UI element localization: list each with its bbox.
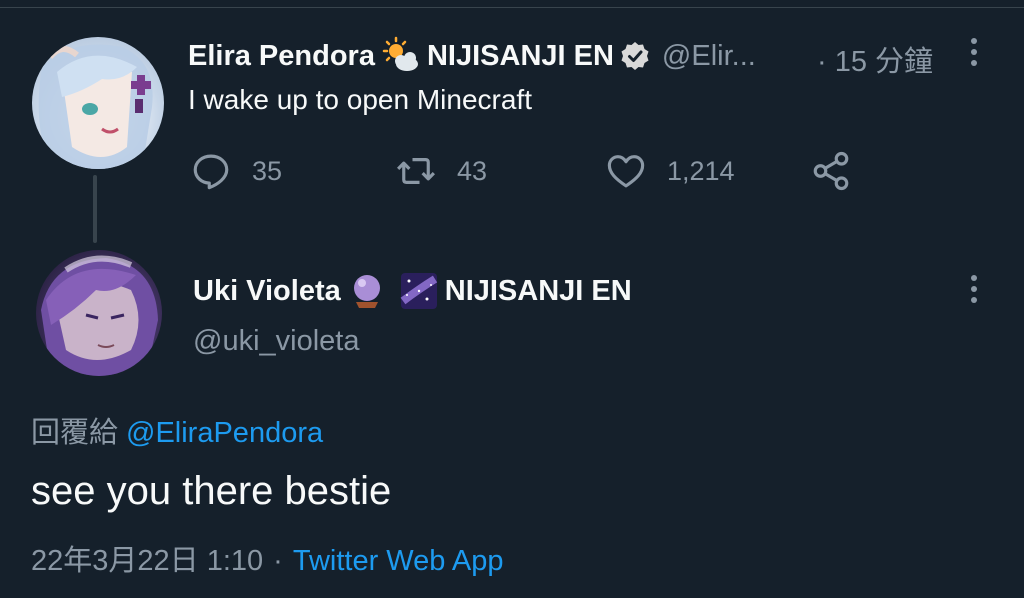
top-divider xyxy=(0,0,1024,8)
reply-tweet-header: Uki Violeta NIJISANJI EN xyxy=(193,271,632,311)
replying-to-line: 回覆給 @EliraPendora xyxy=(31,409,323,451)
reply-handle[interactable]: @uki_violeta xyxy=(193,325,359,358)
avatar-elira[interactable] xyxy=(32,37,164,169)
like-count: 1,214 xyxy=(667,155,735,186)
tweet-source-link[interactable]: Twitter Web App xyxy=(293,545,504,577)
avatar-elira-art xyxy=(38,44,153,169)
thread-connector-line xyxy=(93,175,97,243)
avatar-uki[interactable] xyxy=(36,250,162,376)
more-options-icon[interactable] xyxy=(970,38,978,70)
parent-handle[interactable]: @Elir... xyxy=(662,40,756,73)
heart-icon xyxy=(607,155,645,188)
more-options-icon[interactable] xyxy=(970,275,978,307)
avatar-uki-art xyxy=(41,255,158,376)
reply-tweet-text: see you there bestie xyxy=(31,469,392,513)
reply-icon xyxy=(193,154,229,190)
replying-to-label: 回覆給 xyxy=(31,417,119,449)
tweet-metadata: 22年3月22日 1:10 · Twitter Web App xyxy=(31,537,503,579)
crystal-ball-emoji xyxy=(347,271,387,311)
tweet-thread: Elira Pendora NIJISANJI EN @Elir... · 15… xyxy=(0,0,1024,598)
retweet-count: 43 xyxy=(457,155,488,186)
parent-display-name[interactable]: Elira Pendora xyxy=(188,40,375,73)
reply-button[interactable]: 35 xyxy=(190,150,282,192)
share-button[interactable] xyxy=(810,150,872,192)
sun-behind-cloud-emoji xyxy=(381,36,421,76)
reply-count: 35 xyxy=(252,155,283,186)
share-icon xyxy=(813,151,849,191)
replying-to-mention[interactable]: @EliraPendora xyxy=(126,417,323,449)
retweet-icon xyxy=(397,158,435,184)
parent-tweet-header: Elira Pendora NIJISANJI EN @Elir... xyxy=(188,36,756,76)
parent-tweet-text: I wake up to open Minecraft xyxy=(188,84,532,115)
milky-way-emoji xyxy=(399,271,439,311)
meta-separator: · xyxy=(273,545,283,577)
retweet-button[interactable]: 43 xyxy=(395,150,487,192)
reply-affiliation: NIJISANJI EN xyxy=(444,274,632,307)
like-button[interactable]: 1,214 xyxy=(605,150,735,192)
reply-display-name[interactable]: Uki Violeta xyxy=(193,275,341,308)
parent-time[interactable]: · 15 分鐘 xyxy=(817,38,933,80)
verified-badge-icon xyxy=(620,41,650,71)
parent-affiliation: NIJISANJI EN xyxy=(426,39,614,72)
tweet-timestamp[interactable]: 22年3月22日 1:10 xyxy=(31,545,263,577)
